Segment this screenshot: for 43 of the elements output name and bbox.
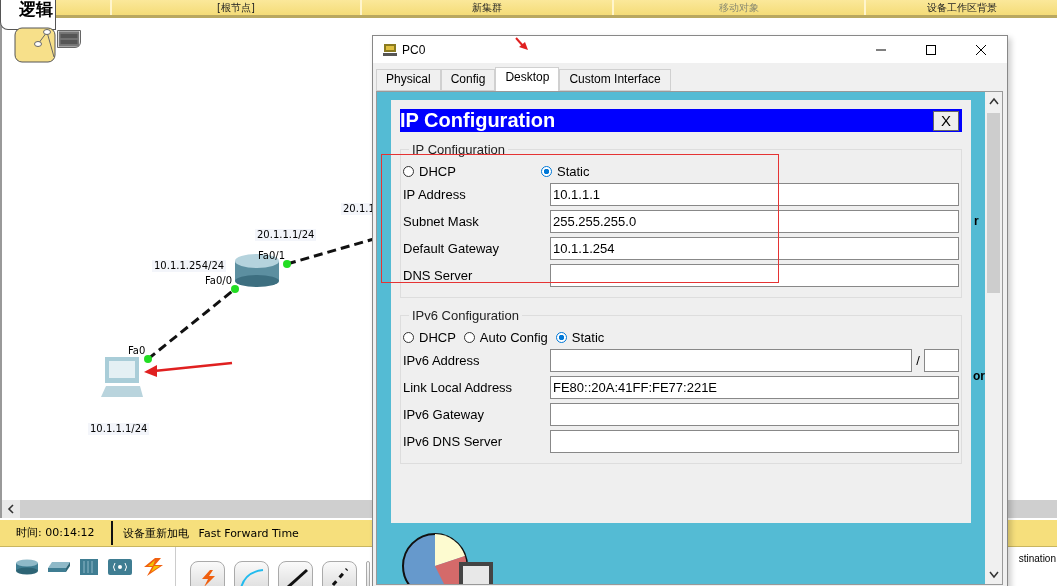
desktop-label: or — [973, 369, 985, 383]
radio-option[interactable]: Static — [541, 163, 590, 179]
input-field[interactable]: 10.1.1.254 — [550, 237, 959, 260]
fast-forward-button[interactable]: Fast Forward Time — [188, 526, 299, 540]
group-title: IPv6 Configuration — [411, 308, 520, 323]
workspace-menu-item[interactable]: 设备工作区背景 — [864, 0, 1057, 15]
prefix-separator: / — [915, 353, 921, 368]
radio-option[interactable]: DHCP — [403, 329, 456, 345]
window-title: PC0 — [402, 42, 426, 57]
destination-label: stination — [1018, 553, 1057, 566]
desktop-label: r — [974, 214, 979, 228]
window-tab[interactable]: Physical — [376, 69, 441, 91]
field-label: Default Gateway — [403, 241, 501, 256]
input-field[interactable]: FE80::20A:41FF:FE77:221E — [550, 376, 959, 399]
input-field[interactable]: 10.1.1.1 — [550, 183, 959, 206]
field-label: Subnet Mask — [403, 214, 480, 229]
window-tab[interactable]: Desktop — [495, 67, 560, 91]
group-title: IP Configuration — [411, 142, 506, 157]
window-tab[interactable]: Custom Interface — [559, 69, 671, 91]
topology-label: Fa0/0 — [205, 275, 233, 287]
topology-label: Fa0 — [128, 345, 146, 357]
close-button[interactable]: X — [933, 110, 959, 131]
power-cycle-button[interactable]: 设备重新加电 — [112, 525, 189, 541]
logical-tab[interactable]: 逻辑 — [0, 0, 56, 30]
field-label: IPv6 Address — [403, 353, 481, 368]
field-label: Link Local Address — [403, 380, 514, 395]
workspace-menu-item[interactable]: [根节点] — [110, 0, 360, 15]
topology-label: 20.1.1.1/24 — [255, 229, 317, 241]
field-label: IP Address — [403, 187, 467, 202]
field-label: IPv6 DNS Server — [403, 434, 503, 449]
topology-label: Fa0/1 — [258, 250, 286, 262]
radio-option[interactable]: Auto Config — [463, 329, 548, 345]
field-label: IPv6 Gateway — [403, 407, 485, 422]
dialog-title: IP Configuration — [400, 109, 556, 132]
window-tab[interactable]: Config — [440, 69, 496, 91]
topology-label: 10.1.1.1/24 — [88, 423, 150, 435]
field-label: DNS Server — [403, 268, 474, 283]
radio-option[interactable]: DHCP — [403, 163, 541, 179]
radio-option[interactable]: Static — [555, 329, 605, 345]
workspace-menu-item[interactable]: 新集群 — [360, 0, 612, 15]
topology-label: 10.1.1.254/24 — [152, 260, 227, 272]
input-field[interactable]: 255.255.255.0 — [550, 210, 959, 233]
simulation-time: 时间: 00:14:12 — [0, 521, 113, 545]
